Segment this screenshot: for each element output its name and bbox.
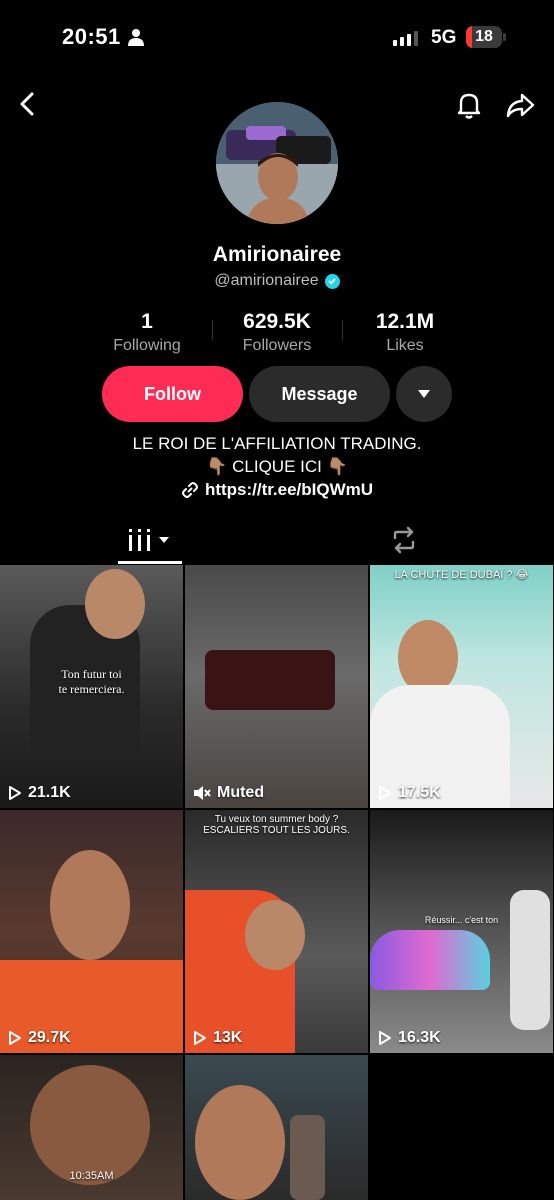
avatar[interactable] — [216, 102, 338, 224]
following-count: 1 — [141, 310, 153, 333]
video-thumbnail[interactable]: Muted — [185, 565, 368, 808]
person-icon — [128, 29, 144, 46]
follow-button[interactable]: Follow — [102, 366, 243, 422]
profile-tabs — [0, 515, 554, 565]
view-count-value: 16.3K — [398, 1029, 441, 1046]
battery-icon: 18 — [466, 26, 502, 48]
battery-level: 18 — [475, 28, 493, 45]
active-tab-indicator — [118, 561, 182, 564]
view-count-value: 21.1K — [28, 784, 71, 801]
bio-line-1: LE ROI DE L'AFFILIATION TRADING. — [132, 434, 422, 453]
bio-link[interactable]: https://tr.ee/bIQWmU — [205, 480, 373, 500]
network-type: 5G — [431, 27, 457, 48]
play-icon — [194, 1031, 206, 1045]
video-thumbnail[interactable]: Ton futur toi te remerciera. 21.1K — [0, 565, 183, 808]
video-caption: LA CHUTE DE DUBAÏ ? 😂 — [394, 569, 529, 581]
likes-count: 12.1M — [375, 310, 435, 333]
view-count: 16.3K — [378, 1029, 441, 1047]
view-count-value: 17.5K — [398, 784, 441, 801]
video-thumbnail[interactable] — [185, 1055, 368, 1200]
status-time: 20:51 — [62, 24, 121, 49]
video-caption: Tu veux ton summer body ? ESCALIERS TOUT… — [203, 814, 350, 836]
stat-following[interactable]: 1 Following — [82, 310, 212, 355]
video-thumbnail[interactable]: LA CHUTE DE DUBAÏ ? 😂 17.5K — [370, 565, 553, 808]
bell-icon[interactable] — [453, 89, 485, 121]
stat-likes[interactable]: 12.1M Likes — [340, 310, 470, 355]
view-count: Muted — [193, 784, 264, 802]
verified-badge-icon — [324, 273, 340, 289]
view-count-value: Muted — [217, 784, 265, 801]
tab-videos[interactable] — [128, 529, 170, 551]
play-icon — [9, 786, 21, 800]
video-caption: Ton futur toi te remerciera. — [58, 667, 125, 696]
bio-line-2: 👇🏽 CLIQUE ICI 👇🏽 — [206, 457, 348, 476]
play-icon — [379, 1031, 391, 1045]
followers-label: Followers — [242, 337, 312, 354]
videos-grid-icon — [129, 529, 150, 551]
signal-icon — [393, 30, 418, 46]
view-count-value: 13K — [213, 1029, 243, 1046]
video-thumbnail[interactable]: 29.7K — [0, 810, 183, 1053]
following-label: Following — [113, 337, 181, 354]
back-icon[interactable] — [12, 88, 44, 120]
message-button[interactable]: Message — [249, 366, 390, 422]
stat-followers[interactable]: 629.5K Followers — [212, 310, 342, 355]
followers-count: 629.5K — [243, 310, 311, 333]
view-count-value: 29.7K — [28, 1029, 71, 1046]
more-options-button[interactable] — [396, 366, 452, 422]
battery-cap — [503, 33, 506, 41]
view-count: 29.7K — [8, 1029, 71, 1047]
caret-down-icon — [159, 537, 169, 543]
handle-row: @amirionairee — [0, 272, 554, 290]
share-icon[interactable] — [504, 89, 536, 121]
caret-down-icon — [418, 390, 430, 398]
play-icon — [9, 1031, 21, 1045]
bio-link-row[interactable]: https://tr.ee/bIQWmU — [0, 480, 554, 500]
view-count: 21.1K — [8, 784, 71, 802]
video-caption: Réussir... c'est ton — [424, 915, 499, 925]
video-thumbnail[interactable]: 10:35AM — [0, 1055, 183, 1200]
display-name: Amirionairee — [212, 243, 342, 266]
video-caption: 10:35AM — [69, 1170, 114, 1182]
video-thumbnail[interactable]: Tu veux ton summer body ? ESCALIERS TOUT… — [185, 810, 368, 1053]
view-count: 13K — [193, 1029, 242, 1047]
likes-label: Likes — [386, 337, 424, 354]
video-thumbnail[interactable]: Réussir... c'est ton 16.3K — [370, 810, 553, 1053]
muted-icon — [194, 786, 211, 800]
view-count: 17.5K — [378, 784, 441, 802]
repost-icon[interactable] — [390, 526, 418, 554]
play-icon — [379, 786, 391, 800]
handle: @amirionairee — [214, 272, 319, 289]
link-icon — [181, 482, 198, 498]
